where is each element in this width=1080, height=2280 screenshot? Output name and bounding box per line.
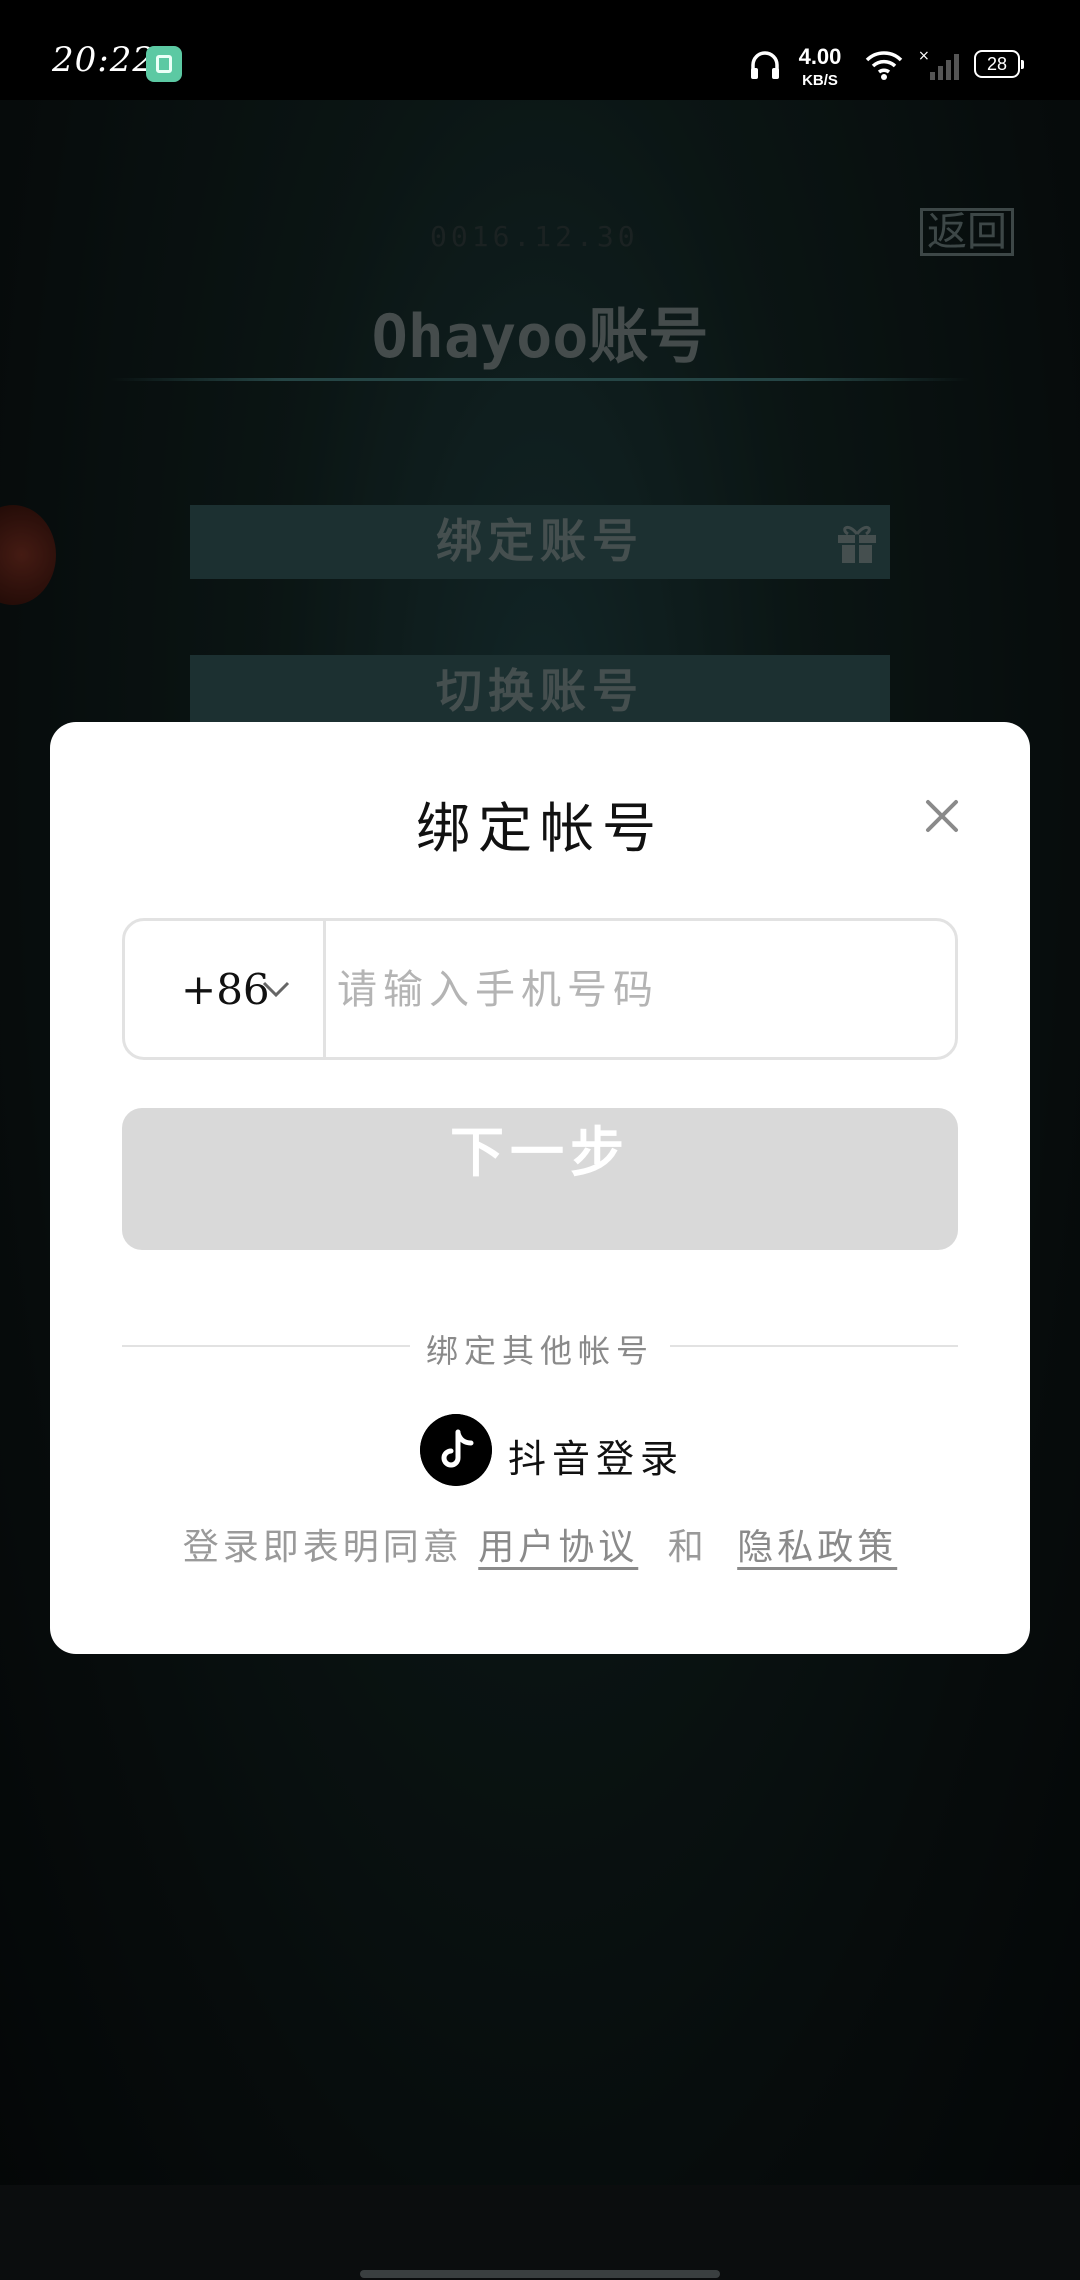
screen: 0016.12.30 返回 Ohayoo账号 绑定账号 切换账号 20:22 4…: [0, 0, 1080, 2280]
user-agreement-link[interactable]: 用户协议: [478, 1527, 638, 1568]
dialog-title: 绑定帐号: [416, 797, 664, 860]
status-time: 20:22: [52, 40, 155, 80]
phone-number-input[interactable]: [335, 941, 939, 1039]
network-speed-value: 4.00: [798, 44, 842, 69]
status-bar: 20:22 4.00 KB/S × 28: [0, 0, 1080, 100]
signal-icon: ×: [918, 48, 959, 80]
battery-icon: 28: [974, 50, 1024, 78]
privacy-policy-link[interactable]: 隐私政策: [737, 1527, 897, 1568]
home-indicator[interactable]: [360, 2270, 720, 2278]
network-speed-unit: KB/S: [802, 72, 838, 89]
douyin-icon: [420, 1414, 492, 1486]
phone-input-row: +86: [122, 918, 958, 1060]
close-icon[interactable]: [920, 794, 964, 838]
other-accounts-divider: 绑定其他帐号: [122, 1320, 958, 1370]
country-code-selector[interactable]: +86: [125, 921, 326, 1057]
country-code-value: +86: [181, 965, 270, 1014]
chevron-down-icon: [262, 981, 290, 998]
next-step-button[interactable]: 下一步: [122, 1108, 958, 1250]
agreement-and: 和: [667, 1527, 708, 1568]
svg-text:×: ×: [918, 48, 930, 64]
other-accounts-label: 绑定其他帐号: [425, 1332, 654, 1370]
agreement-prefix: 登录即表明同意: [182, 1527, 463, 1568]
agreement-text: 登录即表明同意 用户协议 和 隐私政策: [50, 1518, 1030, 1570]
divider-line-right: [670, 1345, 958, 1347]
douyin-login-label: 抖音登录: [508, 1437, 685, 1481]
headphones-icon: [751, 51, 779, 79]
wifi-icon: [865, 51, 903, 80]
network-speed: 4.00 KB/S: [794, 44, 846, 89]
bind-account-dialog: 绑定帐号 +86 下一步 绑定其他帐号 抖音登录: [50, 722, 1030, 1654]
app-notification-icon: [146, 46, 182, 82]
